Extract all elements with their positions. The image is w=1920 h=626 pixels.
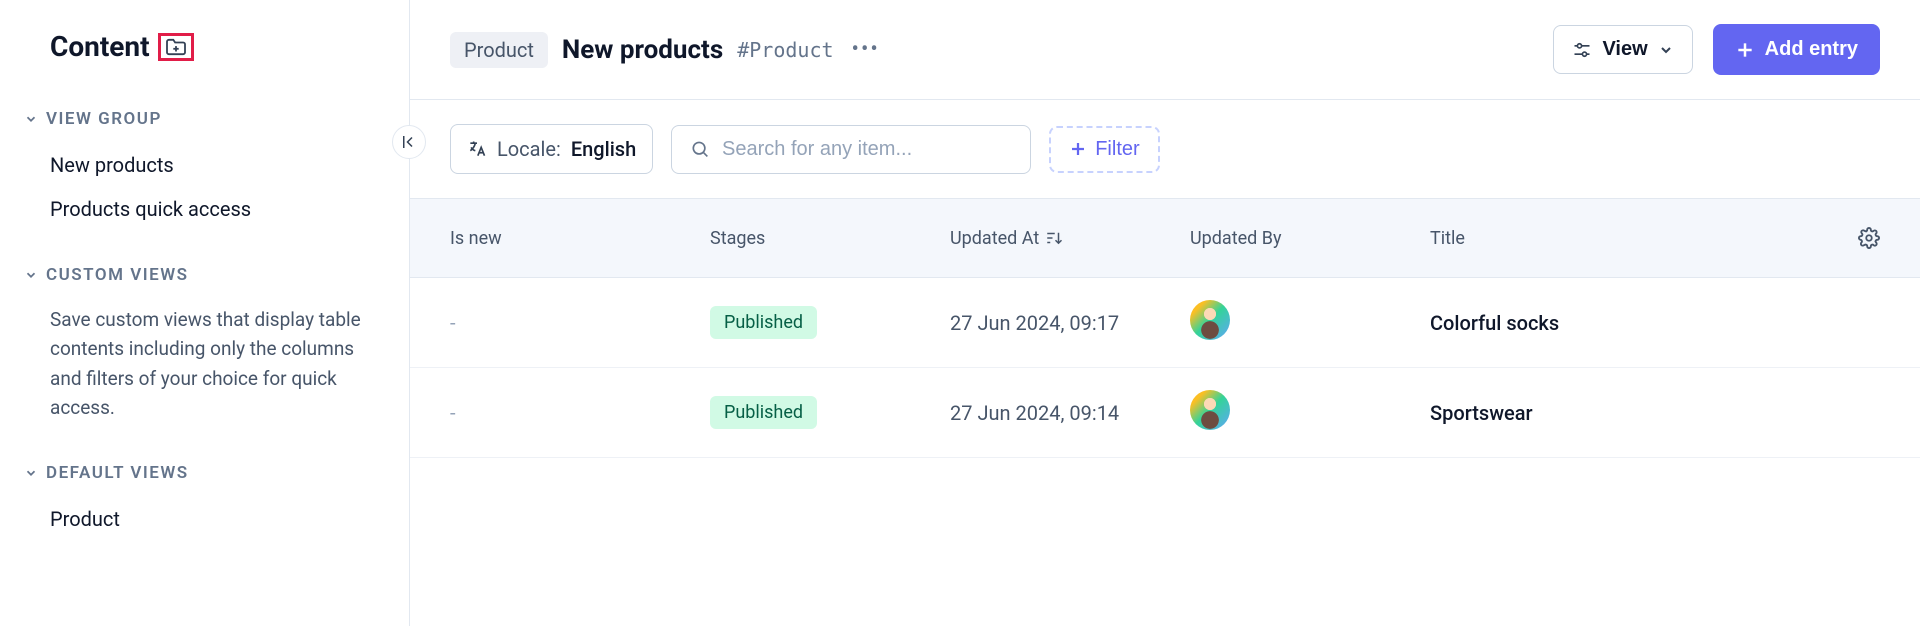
cell-title: Colorful socks [1430, 311, 1810, 335]
locale-label: Locale: [497, 137, 561, 161]
plus-icon [1735, 40, 1755, 60]
group-items-default-views: Product [20, 489, 389, 551]
col-updated-at[interactable]: Updated At [950, 228, 1190, 249]
stage-badge: Published [710, 396, 817, 429]
search-wrapper [671, 125, 1031, 174]
cell-updated-by [1190, 300, 1430, 345]
cell-updated-by [1190, 390, 1430, 435]
chevron-down-icon [24, 268, 38, 282]
group-items-view-group: New products Products quick access [20, 135, 389, 241]
collapse-sidebar-button[interactable] [392, 125, 426, 159]
custom-views-description: Save custom views that display table con… [20, 299, 389, 429]
cell-updated-at: 27 Jun 2024, 09:17 [950, 311, 1190, 335]
cell-updated-at: 27 Jun 2024, 09:14 [950, 401, 1190, 425]
sort-desc-icon [1045, 229, 1063, 247]
sidebar-title-row: Content [20, 30, 389, 63]
chevron-down-icon [24, 112, 38, 126]
sidebar-item-products-quick-access[interactable]: Products quick access [20, 187, 389, 231]
page-title: New products [562, 35, 723, 65]
group-header-default-views[interactable]: DEFAULT VIEWS [20, 457, 389, 489]
table-row[interactable]: - Published 27 Jun 2024, 09:14 Sportswea… [410, 368, 1920, 458]
sidebar: Content VIEW GROUP New products Products… [0, 0, 410, 626]
search-input[interactable] [722, 138, 1012, 161]
filter-label: Filter [1095, 138, 1139, 161]
breadcrumb: Product New products #Product ••• [450, 32, 884, 68]
chevron-down-icon [1658, 42, 1674, 58]
sidebar-title: Content [50, 30, 150, 63]
cell-is-new: - [450, 401, 710, 425]
group-desc-custom-views: Save custom views that display table con… [20, 291, 389, 439]
group-label: VIEW GROUP [46, 109, 162, 129]
add-entry-button[interactable]: Add entry [1713, 24, 1880, 75]
avatar [1190, 390, 1230, 430]
avatar [1190, 300, 1230, 340]
model-hash: #Product [737, 38, 833, 62]
add-entry-label: Add entry [1765, 38, 1858, 61]
group-label: DEFAULT VIEWS [46, 463, 189, 483]
main-header: Product New products #Product ••• View A… [410, 0, 1920, 100]
new-folder-button[interactable] [158, 33, 194, 61]
configure-columns-button[interactable] [1810, 227, 1880, 249]
group-header-view-group[interactable]: VIEW GROUP [20, 103, 389, 135]
translate-icon [467, 139, 487, 159]
view-options-button[interactable]: View [1553, 25, 1692, 74]
cell-stages: Published [710, 396, 950, 429]
gear-icon [1858, 227, 1880, 249]
collapse-left-icon [400, 133, 418, 151]
group-header-custom-views[interactable]: CUSTOM VIEWS [20, 259, 389, 291]
locale-select[interactable]: Locale: English [450, 124, 653, 174]
sliders-icon [1572, 40, 1592, 60]
table: Is new Stages Updated At Updated By Titl… [410, 198, 1920, 626]
sidebar-item-product[interactable]: Product [20, 497, 389, 541]
sidebar-item-new-products[interactable]: New products [20, 143, 389, 187]
view-options-label: View [1602, 38, 1647, 61]
col-title[interactable]: Title [1430, 228, 1810, 249]
model-chip[interactable]: Product [450, 32, 548, 68]
toolbar: Locale: English Filter [410, 100, 1920, 198]
group-label: CUSTOM VIEWS [46, 265, 189, 285]
chevron-down-icon [24, 466, 38, 480]
col-updated-by[interactable]: Updated By [1190, 228, 1430, 249]
plus-icon [1069, 140, 1087, 158]
locale-value: English [571, 137, 636, 161]
header-actions: View Add entry [1553, 24, 1880, 75]
col-stages[interactable]: Stages [710, 228, 950, 249]
table-row[interactable]: - Published 27 Jun 2024, 09:17 Colorful … [410, 278, 1920, 368]
stage-badge: Published [710, 306, 817, 339]
main: Product New products #Product ••• View A… [410, 0, 1920, 626]
cell-is-new: - [450, 311, 710, 335]
search-icon [690, 138, 710, 160]
add-filter-button[interactable]: Filter [1049, 126, 1159, 173]
cell-title: Sportswear [1430, 401, 1810, 425]
table-header: Is new Stages Updated At Updated By Titl… [410, 198, 1920, 278]
col-updated-at-label: Updated At [950, 228, 1039, 249]
more-actions-button[interactable]: ••• [848, 37, 884, 62]
cell-stages: Published [710, 306, 950, 339]
col-is-new[interactable]: Is new [450, 228, 710, 249]
folder-plus-icon [165, 38, 187, 56]
